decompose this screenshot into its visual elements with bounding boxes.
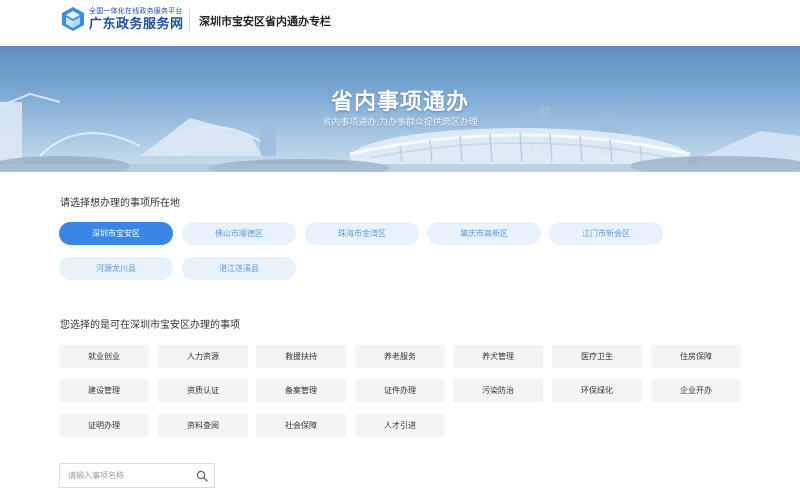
item-button[interactable]: 企业开办 xyxy=(651,379,741,402)
item-button[interactable]: 资料查阅 xyxy=(158,414,248,437)
item-button[interactable]: 证件办理 xyxy=(355,379,445,402)
banner-title: 省内事项通办 xyxy=(330,89,469,114)
location-option-shunde[interactable]: 佛山市顺德区 xyxy=(182,222,296,245)
location-option-gaoxin[interactable]: 肇庆市高新区 xyxy=(427,222,541,245)
location-option-baoan[interactable]: 深圳市宝安区 xyxy=(59,222,173,245)
site-header: 全国一体化在线政务服务平台 广东政务服务网 深圳市宝安区省内通办专栏 xyxy=(0,0,800,46)
site-logo-text[interactable]: 全国一体化在线政务服务平台 广东政务服务网 xyxy=(89,7,184,32)
item-search-box xyxy=(59,463,215,488)
location-prompt: 请选择想办理的事项所在地 xyxy=(60,198,180,209)
item-button[interactable]: 医疗卫生 xyxy=(552,345,642,368)
items-prompt: 您选择的是可在深圳市宝安区办理的事项 xyxy=(60,320,240,331)
banner-subtitle: 省内事项通办,为办事群众提供跨区办理 xyxy=(322,117,478,127)
location-option-jinwan[interactable]: 珠海市金湾区 xyxy=(305,222,419,245)
header-divider xyxy=(189,9,190,31)
item-button[interactable]: 人力资源 xyxy=(158,345,248,368)
item-button[interactable]: 建设管理 xyxy=(59,379,149,402)
item-search-input[interactable] xyxy=(68,464,188,487)
item-button[interactable]: 救援扶持 xyxy=(256,345,346,368)
item-button[interactable]: 证明办理 xyxy=(59,414,149,437)
logo-subtitle: 全国一体化在线政务服务平台 xyxy=(89,8,183,15)
item-button[interactable]: 养犬管理 xyxy=(453,345,543,368)
hero-banner: 省内事项通办 省内事项通办,为办事群众提供跨区办理 xyxy=(0,46,800,172)
logo-title: 广东政务服务网 xyxy=(89,16,184,31)
guangdong-gov-logo-icon[interactable] xyxy=(60,6,86,32)
main-content: 请选择想办理的事项所在地 深圳市宝安区 佛山市顺德区 珠海市金湾区 肇庆市高新区… xyxy=(0,172,800,502)
item-button[interactable]: 社会保障 xyxy=(256,414,346,437)
section-title: 深圳市宝安区省内通办专栏 xyxy=(199,16,331,28)
location-option-xinhui[interactable]: 江门市新会区 xyxy=(549,222,663,245)
item-button[interactable]: 污染防治 xyxy=(453,379,543,402)
search-icon[interactable] xyxy=(196,470,208,482)
item-button[interactable]: 资质认证 xyxy=(158,379,248,402)
item-button[interactable]: 就业创业 xyxy=(59,345,149,368)
item-button[interactable]: 养老服务 xyxy=(355,345,445,368)
item-button[interactable]: 人才引进 xyxy=(355,414,445,437)
location-option-suixi[interactable]: 湛江遂溪县 xyxy=(182,257,296,280)
item-button[interactable]: 住房保障 xyxy=(651,345,741,368)
item-button[interactable]: 环保绿化 xyxy=(552,379,642,402)
location-option-longchuan[interactable]: 河源龙川县 xyxy=(59,257,173,280)
item-button[interactable]: 备案管理 xyxy=(256,379,346,402)
